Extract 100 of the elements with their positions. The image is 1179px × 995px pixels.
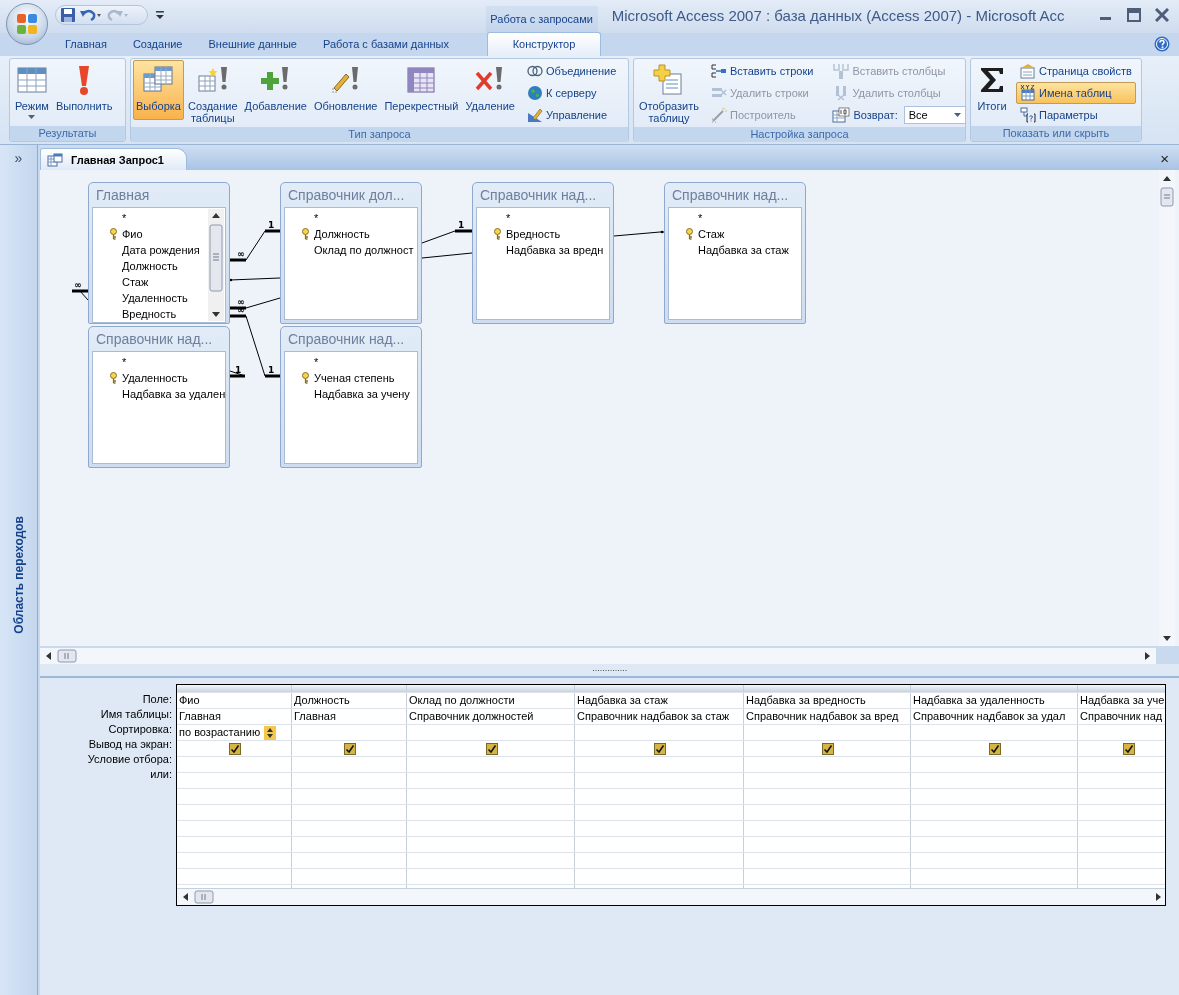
- office-logo-icon: [16, 13, 38, 35]
- ribbon-button[interactable]: Управление: [522, 104, 621, 126]
- help-icon[interactable]: [1154, 36, 1170, 52]
- table-cell[interactable]: Справочник над: [1080, 709, 1163, 724]
- nav-pane-toggle[interactable]: »: [14, 150, 23, 166]
- field-name[interactable]: *: [122, 212, 127, 224]
- field-name[interactable]: *: [314, 356, 319, 368]
- ribbon-button[interactable]: Режим: [12, 60, 52, 122]
- ribbon-button[interactable]: Выборка: [133, 60, 184, 120]
- field-name[interactable]: Оклад по должност: [314, 244, 414, 256]
- document-tab[interactable]: Главная Запрос1: [40, 148, 187, 170]
- field-name[interactable]: Вредность: [506, 228, 561, 240]
- ribbon-button[interactable]: Имена таблиц: [1016, 82, 1136, 104]
- close-document-button[interactable]: ×: [1160, 151, 1169, 167]
- field-name[interactable]: Стаж: [122, 276, 149, 288]
- close-icon[interactable]: [1155, 8, 1169, 22]
- field-name[interactable]: Надбавка за стаж: [698, 244, 789, 256]
- ribbon-tab[interactable]: Конструктор: [487, 32, 601, 56]
- ribbon-button[interactable]: Обновление: [310, 60, 381, 120]
- field-cell[interactable]: Надбавка за вредность: [746, 693, 866, 708]
- field-name[interactable]: Вредность: [122, 308, 177, 320]
- checkbox[interactable]: [654, 742, 666, 755]
- field-name[interactable]: Удаленность: [122, 372, 188, 384]
- ribbon-button[interactable]: Создание таблицы: [184, 60, 241, 127]
- checkbox[interactable]: [344, 742, 356, 755]
- ribbon-button[interactable]: Выполнить: [52, 60, 116, 120]
- field-name[interactable]: *: [122, 356, 127, 368]
- checkbox[interactable]: [822, 742, 834, 755]
- join-label: 1: [268, 365, 275, 375]
- ribbon-button[interactable]: К серверу: [522, 82, 621, 104]
- field-name[interactable]: Дата рождения: [122, 244, 200, 256]
- field-name[interactable]: Удаленность: [122, 292, 188, 304]
- splitter-grip[interactable]: [591, 668, 628, 672]
- ribbon-button[interactable]: Итоги: [973, 60, 1011, 120]
- field-cell[interactable]: Фио: [179, 693, 200, 708]
- sort-dropdown[interactable]: по возрастанию: [179, 725, 277, 740]
- return-dropdown[interactable]: Все: [903, 106, 966, 124]
- field-name[interactable]: Надбавка за удален: [122, 388, 226, 400]
- customize-caret-icon[interactable]: [155, 11, 164, 19]
- window-title: Microsoft Access 2007 : база данных (Access 2007) - Microsoft Acc: [611, 7, 1066, 24]
- field-list-window[interactable]: Справочник над... * Удаленность Надбавка за удален: [88, 326, 230, 468]
- nav-pane-title: Область переходов: [11, 516, 26, 634]
- horizontal-scrollbar[interactable]: [177, 888, 1165, 905]
- relationship-line: [421, 252, 473, 259]
- join-label: ∞: [237, 297, 245, 307]
- field-name[interactable]: *: [506, 212, 511, 224]
- ribbon-button[interactable]: Удаление: [462, 60, 518, 120]
- field-name[interactable]: Фио: [122, 228, 143, 240]
- field-list-window[interactable]: Справочник над... * Вредность Надбавка за вредн: [472, 182, 614, 324]
- office-button[interactable]: [6, 3, 48, 45]
- ribbon-tab[interactable]: Работа с базами данных: [309, 38, 462, 56]
- vertical-scrollbar[interactable]: [208, 209, 224, 321]
- field-name[interactable]: Должность: [122, 260, 178, 272]
- field-list-window[interactable]: Справочник над... * Ученая степень Надбавка за учену: [280, 326, 422, 468]
- field-name[interactable]: Стаж: [698, 228, 725, 240]
- checkbox[interactable]: [989, 742, 1001, 755]
- table-cell[interactable]: Главная: [294, 709, 336, 724]
- ribbon-tab[interactable]: Создание: [119, 38, 196, 56]
- field-list-window[interactable]: Справочник над... * Стаж Надбавка за стаж: [664, 182, 806, 324]
- maximize-icon[interactable]: [1127, 8, 1141, 22]
- table-cell[interactable]: Главная: [179, 709, 221, 724]
- checkbox[interactable]: [229, 742, 241, 755]
- checkbox[interactable]: [485, 742, 498, 755]
- field-cell[interactable]: Надбавка за удаленность: [913, 693, 1045, 708]
- checkbox[interactable]: [1122, 742, 1135, 755]
- insert-rows-icon: [710, 63, 727, 79]
- globe-icon: [526, 85, 543, 101]
- field-name[interactable]: Ученая степень: [314, 372, 395, 384]
- join-label: ∞: [237, 249, 245, 259]
- save-icon[interactable]: [60, 7, 76, 23]
- field-cell[interactable]: Надбавка за стаж: [577, 693, 668, 708]
- ribbon-button[interactable]: Перекрестный: [381, 60, 462, 120]
- group-label: Тип запроса: [131, 127, 628, 142]
- row-label: Условие отбора:: [86, 752, 173, 767]
- ribbon-tab[interactable]: Главная: [52, 38, 120, 56]
- field-list-window[interactable]: Главная * Фио Дата рождения Должность Стаж Удаленность Вредность: [88, 182, 230, 324]
- ribbon-button[interactable]: Параметры: [1016, 104, 1136, 126]
- undo-icon[interactable]: [79, 7, 103, 23]
- field-cell[interactable]: Должность: [294, 693, 350, 708]
- ribbon-button[interactable]: Вставить строки: [706, 60, 818, 82]
- table-cell[interactable]: Справочник должностей: [409, 709, 534, 724]
- ribbon-button[interactable]: Объединение: [522, 60, 621, 82]
- pencil-ruler-icon: [526, 107, 543, 123]
- field-cell[interactable]: Оклад по должности: [409, 693, 515, 708]
- field-name[interactable]: Должность: [314, 228, 370, 240]
- ribbon-button[interactable]: Отобразить таблицу: [636, 60, 702, 127]
- table-cell[interactable]: Справочник надбавок за стаж: [577, 709, 730, 724]
- field-name[interactable]: *: [314, 212, 319, 224]
- field-name[interactable]: Надбавка за учену: [314, 388, 410, 400]
- field-cell[interactable]: Надбавка за уче: [1080, 693, 1165, 708]
- ribbon-button[interactable]: Добавление: [241, 60, 310, 120]
- horizontal-scrollbar[interactable]: [40, 648, 1156, 664]
- relationship-line: [71, 289, 89, 301]
- field-list-window[interactable]: Справочник дол... * Должность Оклад по должност: [280, 182, 422, 324]
- table-cell[interactable]: Справочник надбавок за удал: [913, 709, 1066, 724]
- field-name[interactable]: Надбавка за вредн: [506, 244, 604, 256]
- ribbon-button[interactable]: Страница свойств: [1016, 60, 1136, 82]
- field-name[interactable]: *: [698, 212, 703, 224]
- table-cell[interactable]: Справочник надбавок за вред: [746, 709, 899, 724]
- ribbon-tab[interactable]: Внешние данные: [195, 38, 310, 56]
